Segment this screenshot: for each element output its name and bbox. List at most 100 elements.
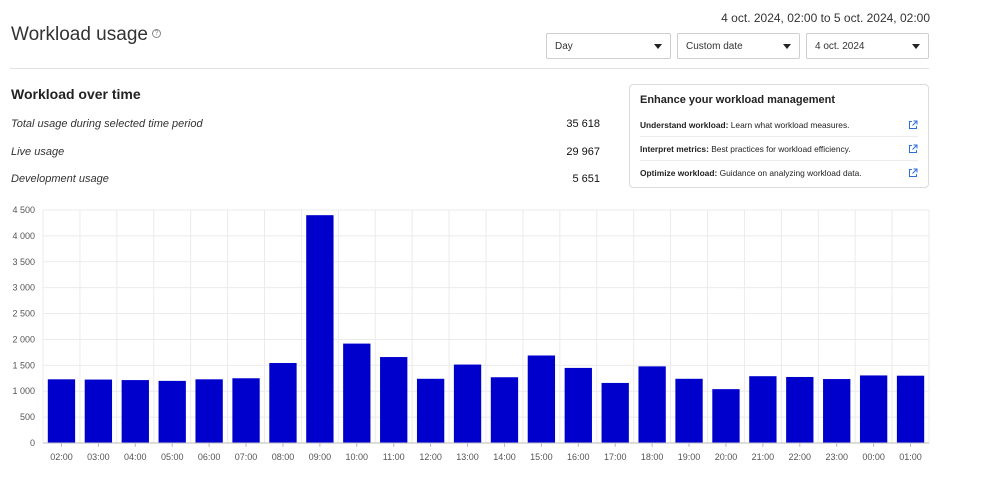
x-tick-label: 10:00: [346, 452, 369, 462]
external-link-icon[interactable]: [908, 120, 918, 130]
stat-value: 29 967: [566, 146, 600, 158]
x-tick-label: 20:00: [715, 452, 738, 462]
y-tick-label: 0: [30, 438, 35, 448]
bar-2200: [786, 376, 814, 443]
bar-1700: [601, 382, 629, 443]
x-tick-label: 09:00: [309, 452, 332, 462]
x-tick-label: 22:00: [789, 452, 812, 462]
header-divider: [10, 68, 929, 69]
enhance-item-desc: Best practices for workload efficiency.: [711, 143, 851, 154]
bar-2000: [712, 389, 740, 443]
x-tick-label: 03:00: [87, 452, 110, 462]
stat-value: 35 618: [566, 118, 600, 130]
bar-1000: [343, 343, 371, 443]
x-tick-label: 23:00: [825, 452, 848, 462]
bar-1600: [564, 367, 592, 443]
x-tick-label: 19:00: [678, 452, 701, 462]
enhance-item-bold: Interpret metrics:: [640, 143, 709, 154]
x-tick-label: 08:00: [272, 452, 295, 462]
bar-0100: [896, 375, 925, 443]
x-tick-label: 02:00: [50, 452, 73, 462]
stat-row-development: Development usage 5 651: [11, 173, 600, 185]
bar-1400: [490, 377, 519, 443]
enhance-item-desc: Guidance on analyzing workload data.: [719, 168, 862, 178]
bar-0000: [859, 375, 888, 443]
enhance-card: Enhance your workload management Underst…: [629, 84, 929, 188]
bar-1100: [380, 357, 408, 443]
x-tick-label: 11:00: [383, 452, 405, 462]
y-tick-label: 3 500: [12, 257, 35, 267]
stat-label: Development usage: [11, 173, 109, 185]
date-range-label: 4 oct. 2024, 02:00 to 5 oct. 2024, 02:00: [721, 11, 930, 25]
y-tick-label: 2 000: [12, 334, 35, 344]
bar-1200: [416, 378, 445, 443]
y-tick-label: 4 000: [12, 231, 35, 241]
enhance-link-understand[interactable]: Understand workload: Learn what workload…: [640, 113, 918, 137]
bar-0500: [158, 380, 186, 443]
bar-2300: [823, 379, 851, 443]
y-tick-label: 1 500: [12, 360, 35, 370]
x-tick-label: 07:00: [235, 452, 258, 462]
stat-label: Total usage during selected time period: [11, 118, 203, 130]
x-tick-label: 17:00: [604, 452, 627, 462]
y-tick-label: 500: [20, 412, 35, 422]
enhance-item-bold: Understand workload:: [640, 119, 729, 130]
x-tick-label: 12:00: [419, 452, 442, 462]
enhance-item-text: Understand workload: Learn what workload…: [640, 120, 849, 130]
caret-down-icon: [654, 43, 662, 49]
bar-2100: [749, 376, 777, 443]
stat-row-total: Total usage during selected time period …: [11, 118, 600, 130]
x-tick-label: 14:00: [493, 452, 516, 462]
x-tick-label: 00:00: [862, 452, 885, 462]
caret-down-icon: [783, 43, 791, 49]
x-tick-label: 16:00: [567, 452, 590, 462]
section-title: Workload over time: [11, 86, 141, 102]
bar-0300: [84, 379, 113, 443]
enhance-item-desc: Learn what workload measures.: [730, 119, 850, 130]
bar-1800: [638, 366, 666, 443]
bar-1900: [675, 378, 703, 443]
granularity-select[interactable]: Day: [546, 33, 671, 59]
date-select[interactable]: 4 oct. 2024: [806, 33, 929, 59]
enhance-item-text: Interpret metrics: Best practices for wo…: [640, 144, 851, 154]
page-title: Workload usage ?: [11, 24, 161, 46]
x-tick-label: 21:00: [752, 452, 775, 462]
bar-0900: [306, 215, 334, 443]
y-tick-label: 1 000: [12, 386, 35, 396]
range-select-value: Custom date: [686, 40, 743, 52]
enhance-item-text: Optimize workload: Guidance on analyzing…: [640, 168, 862, 178]
enhance-link-interpret[interactable]: Interpret metrics: Best practices for wo…: [640, 137, 918, 161]
enhance-title: Enhance your workload management: [640, 94, 835, 106]
bar-1500: [527, 355, 556, 443]
bar-0600: [195, 379, 223, 443]
enhance-link-optimize[interactable]: Optimize workload: Guidance on analyzing…: [640, 161, 918, 185]
help-icon[interactable]: ?: [151, 28, 161, 38]
y-tick-label: 3 000: [12, 283, 35, 293]
external-link-icon[interactable]: [908, 168, 918, 178]
x-tick-label: 01:00: [899, 452, 922, 462]
page-title-text: Workload usage: [11, 24, 148, 45]
y-tick-label: 4 500: [12, 205, 35, 215]
stat-label: Live usage: [11, 146, 65, 158]
y-tick-label: 2 500: [12, 309, 35, 319]
x-tick-label: 06:00: [198, 452, 221, 462]
x-tick-label: 05:00: [161, 452, 184, 462]
x-tick-label: 15:00: [530, 452, 553, 462]
enhance-item-bold: Optimize workload:: [640, 168, 718, 178]
workload-bar-chart: 0 500 1 000 1 500 2 000 2 500 3 000 3 500 4 000 4…: [12, 205, 930, 462]
external-link-icon[interactable]: [908, 144, 918, 154]
bar-0700: [232, 378, 260, 443]
caret-down-icon: [912, 43, 920, 49]
range-select[interactable]: Custom date: [677, 33, 800, 59]
x-tick-label: 04:00: [124, 452, 147, 462]
bar-1300: [453, 364, 482, 443]
bar-0400: [121, 380, 149, 443]
stat-value: 5 651: [572, 173, 600, 185]
stat-row-live: Live usage 29 967: [11, 146, 600, 158]
date-select-value: 4 oct. 2024: [815, 40, 865, 52]
x-tick-label: 18:00: [641, 452, 664, 462]
granularity-select-value: Day: [555, 40, 573, 52]
x-tick-label: 13:00: [456, 452, 479, 462]
bar-0800: [269, 363, 297, 443]
bar-0200: [47, 379, 76, 443]
